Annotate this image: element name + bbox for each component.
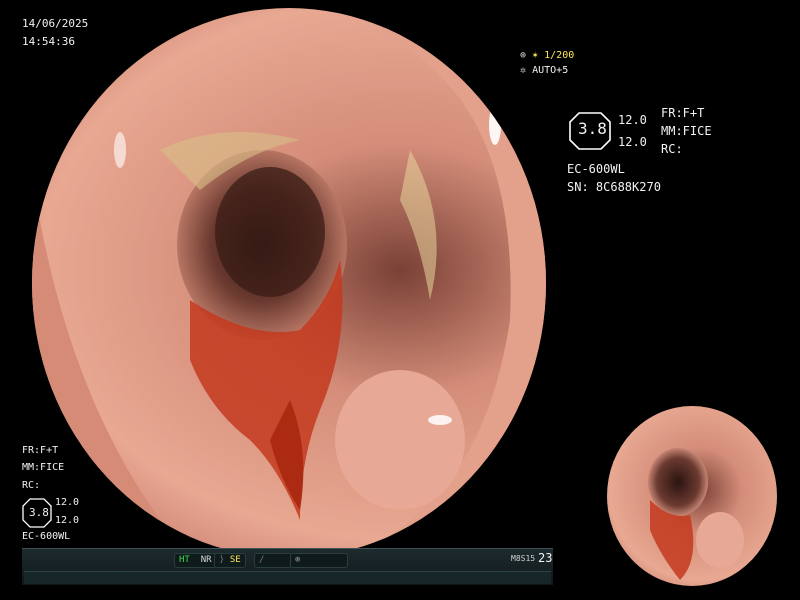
toolbar-row: HT NR ⟩ SE ∕ ⊛ M8S15 23 xyxy=(22,549,553,569)
value-b-small: 12.0 xyxy=(55,515,80,526)
fr-readout: FR:F+T xyxy=(661,106,705,120)
status-toolbar: HT NR ⟩ SE ∕ ⊛ M8S15 23 xyxy=(22,548,553,585)
scale-value-small: 3.8 xyxy=(29,506,49,519)
rc-readout-small: RC: xyxy=(22,480,41,491)
date-readout: 14/06/2025 xyxy=(22,17,89,30)
value-a: 12.0 xyxy=(618,113,647,127)
fr-readout-small: FR:F+T xyxy=(22,445,59,456)
mm-readout-small: MM:FICE xyxy=(22,462,65,473)
toolbar-bottom-bar xyxy=(24,571,551,584)
image-counter: 23 xyxy=(538,551,553,565)
record-indicator[interactable]: ⊛ xyxy=(290,553,348,568)
scope-model-small: EC-600WL xyxy=(22,531,71,542)
thumbnail-image xyxy=(607,406,777,586)
slash-icon: ∕ xyxy=(259,555,265,565)
scale-value: 3.8 xyxy=(578,119,607,138)
time-readout: 14:54:36 xyxy=(22,35,75,48)
iris-icon: ✲ xyxy=(520,65,533,76)
value-b: 12.0 xyxy=(618,135,647,149)
mm-readout: MM:FICE xyxy=(661,124,712,138)
se-indicator[interactable]: ⟩ SE xyxy=(214,553,246,568)
ht-nr-indicator[interactable]: HT NR xyxy=(174,553,217,568)
serial-number: SN: 8C688K270 xyxy=(567,180,661,194)
mode-code: M8S15 xyxy=(511,554,536,563)
endoscopy-main-view xyxy=(32,8,777,586)
rc-readout: RC: xyxy=(661,142,683,156)
circle-icon: ⊛ xyxy=(295,555,301,565)
scope-model: EC-600WL xyxy=(567,162,625,176)
auto-readout: ✲ AUTO+5 xyxy=(520,65,569,76)
se-icon: ⟩ xyxy=(219,555,225,565)
value-a-small: 12.0 xyxy=(55,497,80,508)
freeze-indicator[interactable]: ∕ xyxy=(254,553,292,568)
